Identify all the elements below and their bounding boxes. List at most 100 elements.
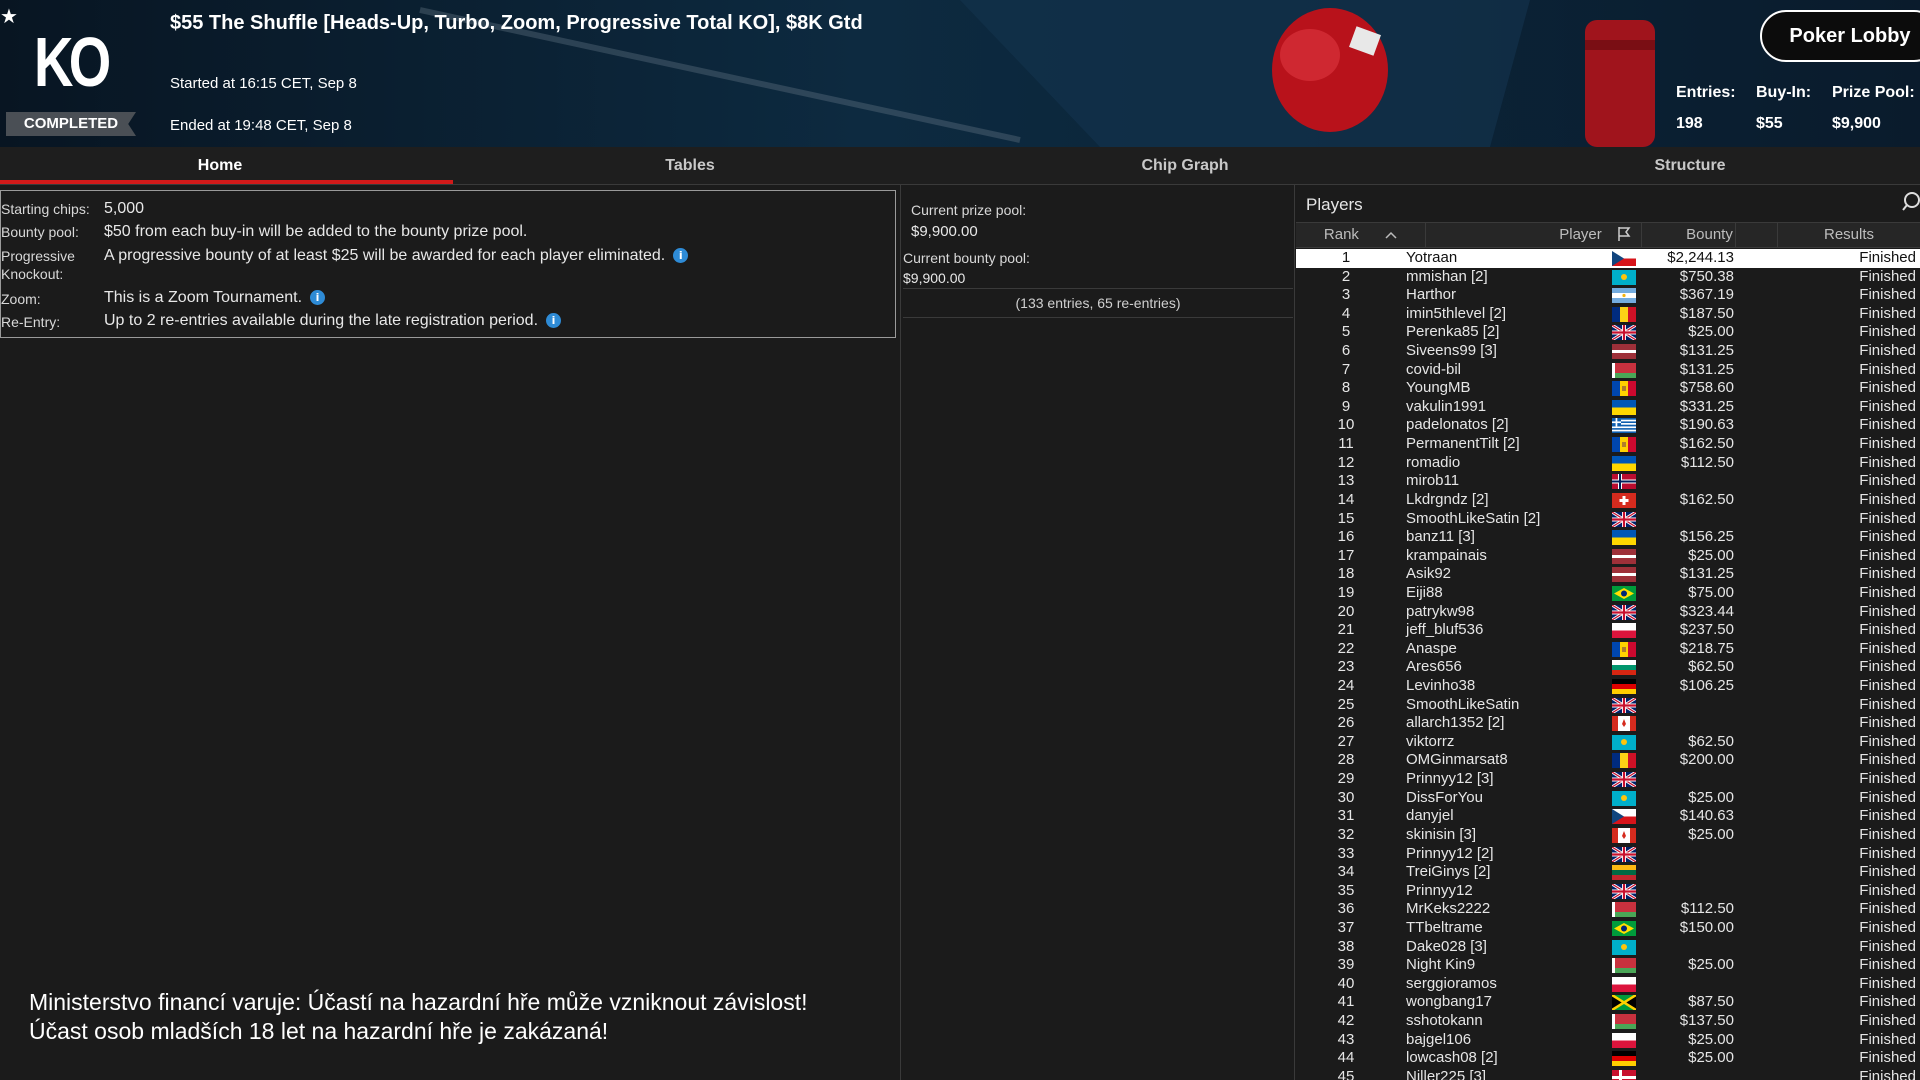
rank-header-label: Rank (1323, 226, 1359, 243)
table-row[interactable]: 7 covid-bil $131.25 Finished (1296, 361, 1920, 380)
reentry-value: Up to 2 re-entries available during the … (104, 312, 562, 330)
table-row[interactable]: 39 Night Kin9 $25.00 Finished (1296, 956, 1920, 975)
table-row[interactable]: 5 Perenka85 [2] $25.00 Finished (1296, 323, 1920, 342)
bounty-cell: $218.75 (1679, 639, 1734, 657)
table-row[interactable]: 38 Dake028 [3] Finished (1296, 938, 1920, 957)
rank-cell: 29 (1337, 770, 1355, 788)
bounty-cell: $367.19 (1679, 286, 1734, 304)
info-icon[interactable]: i (673, 248, 689, 263)
country-flag-icon (1612, 399, 1636, 415)
bounty-cell: $162.50 (1679, 435, 1734, 453)
table-row[interactable]: 23 Ares656 $62.50 Finished (1296, 658, 1920, 677)
rank-cell: 42 (1337, 1011, 1355, 1029)
table-row[interactable]: 41 wongbang17 $87.50 Finished (1296, 993, 1920, 1012)
table-row[interactable]: 45 Niller225 [3] Finished (1296, 1068, 1920, 1080)
table-row[interactable]: 3 Harthor $367.19 Finished (1296, 286, 1920, 305)
player-name-cell: Night Kin9 (1406, 956, 1476, 974)
result-cell: Finished (1859, 379, 1916, 397)
current-bounty-value: $9,900.00 (903, 270, 966, 286)
table-row[interactable]: 26 allarch1352 [2] Finished (1296, 714, 1920, 733)
table-row[interactable]: 13 mirob11 Finished (1296, 472, 1920, 491)
country-flag-icon (1612, 827, 1636, 843)
table-row[interactable]: 22 Anaspe $218.75 Finished (1296, 640, 1920, 659)
table-row[interactable]: 40 serggioramos Finished (1296, 975, 1920, 994)
player-name-cell: romadio (1406, 453, 1461, 471)
info-icon[interactable]: i (546, 313, 562, 328)
info-icon[interactable]: i (310, 290, 326, 305)
table-row[interactable]: 16 banz11 [3] $156.25 Finished (1296, 528, 1920, 547)
result-cell: Finished (1859, 770, 1916, 788)
rank-cell: 34 (1337, 863, 1355, 881)
results-column-header[interactable]: Results (1778, 223, 1920, 247)
rank-cell: 31 (1337, 807, 1355, 825)
entries-label: Entries: (1676, 84, 1736, 101)
result-cell: Finished (1859, 267, 1916, 285)
entries-value: 198 (1676, 115, 1703, 132)
table-row[interactable]: 15 SmoothLikeSatin [2] Finished (1296, 510, 1920, 529)
table-row[interactable]: 34 TreiGinys [2] Finished (1296, 863, 1920, 882)
table-row[interactable]: 4 imin5thlevel [2] $187.50 Finished (1296, 305, 1920, 324)
result-cell: Finished (1859, 286, 1916, 304)
table-row[interactable]: 1 Yotraan $2,244.13 Finished (1296, 249, 1920, 268)
favorite-star-icon[interactable]: ★ (0, 4, 18, 29)
table-row[interactable]: 29 Prinnyy12 [3] Finished (1296, 770, 1920, 789)
player-name-cell: serggioramos (1406, 974, 1497, 992)
flag-icon (1618, 227, 1631, 241)
table-row[interactable]: 19 Eiji88 $75.00 Finished (1296, 584, 1920, 603)
table-row[interactable]: 21 jeff_bluf536 $237.50 Finished (1296, 621, 1920, 640)
rank-cell: 11 (1338, 435, 1354, 453)
player-name-cell: imin5thlevel [2] (1406, 304, 1507, 322)
bounty-column-header[interactable]: Bounty (1642, 223, 1778, 247)
table-row[interactable]: 32 skinisin [3] $25.00 Finished (1296, 826, 1920, 845)
table-row[interactable]: 24 Levinho38 $106.25 Finished (1296, 677, 1920, 696)
table-row[interactable]: 11 PermanentTilt [2] $162.50 Finished (1296, 435, 1920, 454)
player-name-cell: banz11 [3] (1406, 528, 1475, 546)
flag-column-header[interactable] (1607, 223, 1642, 247)
rank-cell: 21 (1337, 621, 1355, 639)
table-row[interactable]: 42 sshotokann $137.50 Finished (1296, 1012, 1920, 1031)
table-row[interactable]: 8 YoungMB $758.60 Finished (1296, 379, 1920, 398)
player-name-cell: SmoothLikeSatin [2] (1406, 509, 1541, 527)
table-row[interactable]: 30 DissForYou $25.00 Finished (1296, 789, 1920, 808)
table-row[interactable]: 43 bajgel106 $25.00 Finished (1296, 1031, 1920, 1050)
result-cell: Finished (1859, 583, 1916, 601)
country-flag-icon (1612, 325, 1636, 341)
table-row[interactable]: 44 lowcash08 [2] $25.00 Finished (1296, 1049, 1920, 1068)
result-cell: Finished (1859, 304, 1916, 322)
country-flag-icon (1612, 418, 1636, 434)
country-flag-icon (1612, 530, 1636, 546)
table-row[interactable]: 14 Lkdrgndz [2] $162.50 Finished (1296, 491, 1920, 510)
country-flag-icon (1612, 734, 1636, 750)
table-row[interactable]: 33 Prinnyy12 [2] Finished (1296, 845, 1920, 864)
entries-note: (133 entries, 65 re-entries) (903, 288, 1293, 318)
table-row[interactable]: 10 padelonatos [2] $190.63 Finished (1296, 416, 1920, 435)
table-row[interactable]: 25 SmoothLikeSatin Finished (1296, 696, 1920, 715)
table-row[interactable]: 28 OMGinmarsat8 $200.00 Finished (1296, 751, 1920, 770)
table-row[interactable]: 6 Siveens99 [3] $131.25 Finished (1296, 342, 1920, 361)
search-icon[interactable] (1902, 191, 1920, 211)
table-row[interactable]: 36 MrKeks2222 $112.50 Finished (1296, 900, 1920, 919)
poker-lobby-button[interactable]: Poker Lobby (1760, 10, 1920, 62)
player-name-cell: allarch1352 [2] (1406, 714, 1505, 732)
country-flag-icon (1612, 995, 1636, 1011)
tab-tables[interactable]: Tables (470, 147, 910, 185)
player-name-cell: Ares656 (1406, 658, 1462, 676)
rank-column-header[interactable]: Rank (1296, 223, 1426, 247)
table-row[interactable]: 20 patrykw98 $323.44 Finished (1296, 603, 1920, 622)
table-row[interactable]: 12 romadio $112.50 Finished (1296, 454, 1920, 473)
table-row[interactable]: 31 danyjel $140.63 Finished (1296, 807, 1920, 826)
table-row[interactable]: 18 Asik92 $131.25 Finished (1296, 565, 1920, 584)
tab-chip-graph[interactable]: Chip Graph (960, 147, 1410, 185)
rank-cell: 27 (1337, 732, 1355, 750)
table-row[interactable]: 9 vakulin1991 $331.25 Finished (1296, 398, 1920, 417)
rank-cell: 22 (1337, 639, 1355, 657)
player-name-cell: mirob11 (1406, 472, 1460, 490)
table-row[interactable]: 37 TTbeltrame $150.00 Finished (1296, 919, 1920, 938)
tab-structure[interactable]: Structure (1460, 147, 1920, 185)
result-cell: Finished (1859, 435, 1916, 453)
table-row[interactable]: 17 krampainais $25.00 Finished (1296, 547, 1920, 566)
player-name-cell: mmishan [2] (1406, 267, 1488, 285)
table-row[interactable]: 2 mmishan [2] $750.38 Finished (1296, 268, 1920, 287)
table-row[interactable]: 35 Prinnyy12 Finished (1296, 882, 1920, 901)
table-row[interactable]: 27 viktorrz $62.50 Finished (1296, 733, 1920, 752)
